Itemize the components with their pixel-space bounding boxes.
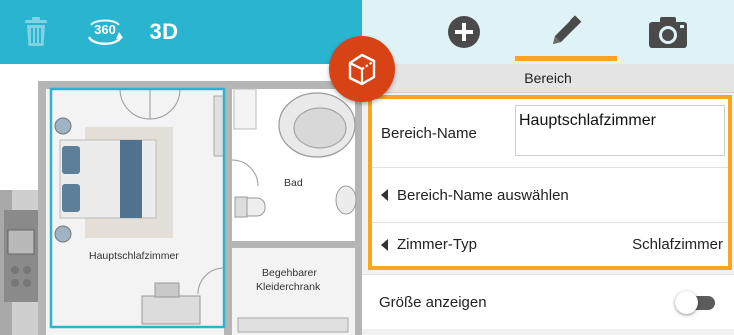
svg-text:360: 360 bbox=[94, 22, 116, 37]
chevron-left-icon bbox=[381, 189, 388, 201]
select-room-name-row[interactable]: Bereich-Name auswählen bbox=[372, 168, 728, 223]
add-icon bbox=[448, 16, 480, 48]
active-tab-indicator bbox=[515, 56, 617, 61]
tab-camera[interactable] bbox=[618, 0, 718, 64]
app-root: 360 3D Hauptschlafzimmer Bad Begehbarer … bbox=[0, 0, 734, 335]
show-size-label: Größe anzeigen bbox=[379, 293, 487, 311]
tab-edit[interactable] bbox=[515, 0, 615, 64]
floor-plan-drawing bbox=[0, 64, 362, 335]
properties-pane: Bereich Bereich-Name Hauptschlafzimmer B… bbox=[362, 0, 734, 335]
room-label-bedroom: Hauptschlafzimmer bbox=[89, 250, 179, 262]
room-name-input[interactable]: Hauptschlafzimmer bbox=[515, 105, 725, 156]
room-label-closet-line1: Begehbarer bbox=[262, 267, 317, 279]
room-name-row: Bereich-Name Hauptschlafzimmer bbox=[372, 99, 728, 168]
select-room-name-label: Bereich-Name auswählen bbox=[397, 186, 569, 204]
room-properties-panel: Bereich-Name Hauptschlafzimmer Bereich-N… bbox=[368, 95, 732, 270]
show-size-toggle[interactable] bbox=[675, 291, 717, 314]
room-cube-icon bbox=[348, 53, 376, 86]
room-type-label: Zimmer-Typ bbox=[397, 236, 477, 253]
view-360-button[interactable]: 360 bbox=[80, 0, 130, 64]
pencil-icon bbox=[553, 15, 582, 44]
section-title: Bereich bbox=[362, 64, 734, 93]
room-type-row[interactable]: Zimmer-Typ Schlafzimmer bbox=[372, 223, 728, 266]
view-3d-button[interactable]: 3D bbox=[140, 0, 188, 64]
camera-icon bbox=[649, 17, 687, 48]
show-size-row: Größe anzeigen bbox=[362, 274, 734, 329]
floor-plan-pane: 360 3D Hauptschlafzimmer Bad Begehbarer … bbox=[0, 0, 362, 335]
room-label-closet-line2: Kleiderchrank bbox=[256, 281, 321, 293]
chevron-left-icon bbox=[381, 238, 388, 251]
right-toolbar bbox=[362, 0, 734, 64]
left-toolbar: 360 3D bbox=[0, 0, 362, 64]
delete-button[interactable] bbox=[18, 0, 54, 64]
trash-icon bbox=[25, 17, 47, 46]
room-name-label: Bereich-Name bbox=[381, 124, 477, 142]
floor-plan-canvas[interactable]: Hauptschlafzimmer Bad Begehbarer Kleider… bbox=[0, 64, 362, 335]
room-label-bathroom: Bad bbox=[284, 177, 303, 189]
tab-add[interactable] bbox=[414, 0, 514, 64]
room-type-value: Schlafzimmer bbox=[632, 236, 723, 253]
room-mode-badge[interactable] bbox=[329, 36, 395, 102]
view-360-icon: 360 bbox=[87, 19, 123, 45]
toggle-knob bbox=[675, 291, 698, 314]
